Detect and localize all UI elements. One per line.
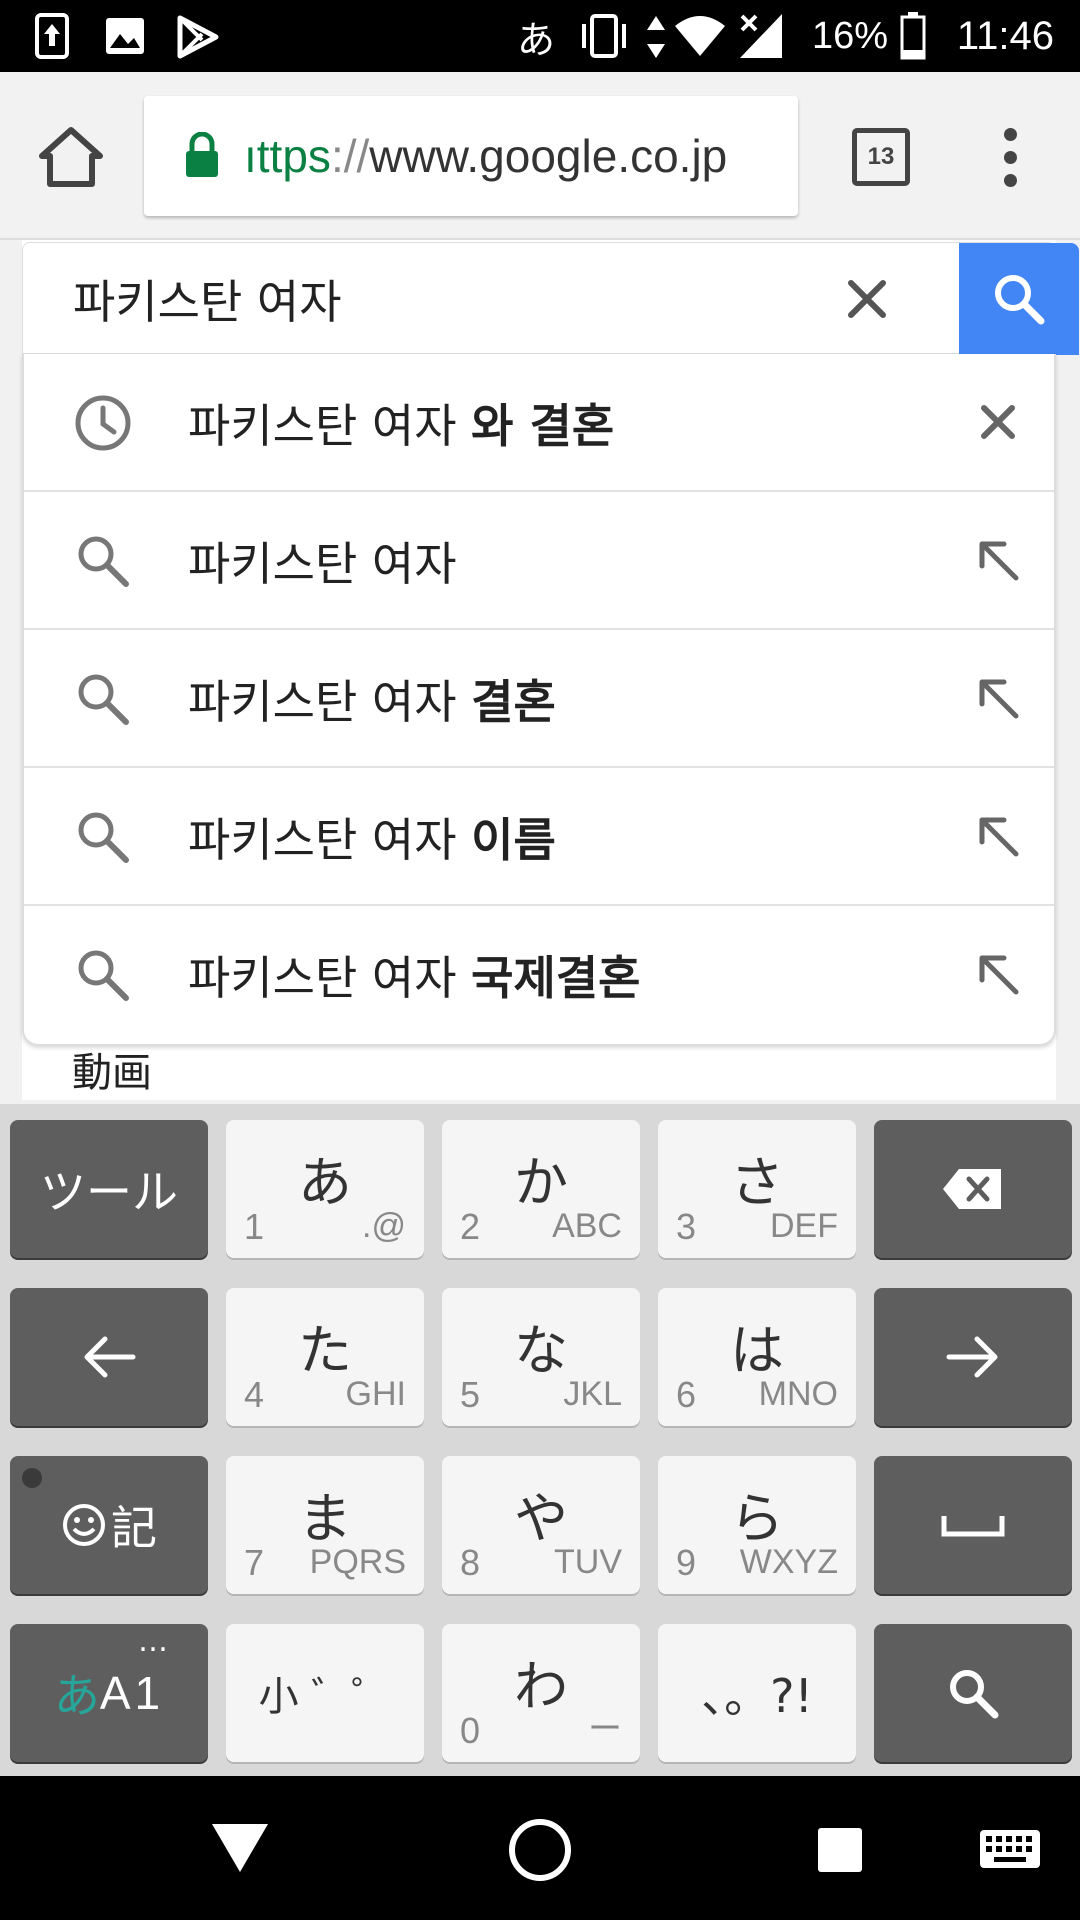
battery-icon	[900, 12, 926, 60]
search-icon	[78, 812, 129, 863]
punctuation-key[interactable]: 、。?!	[658, 1624, 856, 1762]
url-host: www.google.co.jp	[369, 130, 728, 182]
cursor-right-key[interactable]	[874, 1288, 1072, 1426]
mode-kana-label: あ	[53, 1669, 100, 1723]
key-a[interactable]: あ 1 .@	[226, 1120, 424, 1258]
history-icon	[75, 395, 131, 451]
arrow-right-icon	[946, 1336, 998, 1378]
fill-query-arrow-icon[interactable]	[970, 670, 1026, 726]
space-icon	[941, 1516, 1005, 1537]
clear-icon[interactable]	[841, 273, 893, 325]
suggestion-list: 파키스탄 여자 와 결혼 파키스탄 여자 파키스탄 여자 결혼 파키스탄 여자 …	[22, 354, 1056, 1046]
key-ta[interactable]: た 4 GHI	[226, 1288, 424, 1426]
search-icon	[78, 536, 129, 587]
wifi-icon	[675, 16, 725, 56]
key-na[interactable]: な 5 JKL	[442, 1288, 640, 1426]
search-box: 파키스탄 여자	[22, 242, 1079, 355]
sim-toolkit-icon	[35, 13, 69, 59]
lock-icon	[186, 132, 218, 177]
input-mode-key[interactable]: … あ A1	[10, 1624, 208, 1762]
search-button[interactable]	[959, 243, 1079, 355]
fill-query-arrow-icon[interactable]	[970, 532, 1026, 588]
suggestion-text: 파키스탄 여자 이름	[188, 813, 556, 867]
key-sa[interactable]: さ 3 DEF	[658, 1120, 856, 1258]
search-icon	[78, 950, 129, 1001]
fill-query-arrow-icon[interactable]	[970, 946, 1026, 1002]
suggestion-item[interactable]: 파키스탄 여자 결혼	[24, 630, 1054, 768]
recents-icon[interactable]	[816, 1826, 864, 1874]
signal-icon	[740, 14, 782, 58]
suggestion-text: 파키스탄 여자 국제결혼	[188, 951, 641, 1005]
search-icon	[995, 275, 1045, 325]
tab-count: 13	[867, 143, 895, 170]
url-text: ıttps://www.google.co.jp	[244, 96, 727, 216]
mode-alpha-label: A1	[99, 1667, 165, 1719]
key-ka[interactable]: か 2 ABC	[442, 1120, 640, 1258]
battery-percent: 16%	[811, 14, 888, 57]
tab-switcher-button[interactable]: 13	[852, 128, 910, 186]
backspace-key[interactable]	[874, 1120, 1072, 1258]
key-wa[interactable]: わ 0 ー	[442, 1624, 640, 1762]
ime-indicator: あ	[517, 17, 556, 62]
suggestion-item[interactable]: 파키스탄 여자 국제결혼	[24, 906, 1054, 1044]
remove-suggestion-icon[interactable]	[970, 394, 1026, 450]
cursor-left-key[interactable]	[10, 1288, 208, 1426]
search-input[interactable]: 파키스탄 여자	[73, 243, 342, 355]
backspace-icon	[943, 1169, 1001, 1209]
key-ma[interactable]: ま 7 PQRS	[226, 1456, 424, 1594]
arrow-left-icon	[84, 1336, 136, 1378]
enter-search-key[interactable]	[874, 1624, 1072, 1762]
key-ra[interactable]: ら 9 WXYZ	[658, 1456, 856, 1594]
overflow-menu-icon[interactable]	[996, 128, 1026, 188]
keyboard: ツール あ 1 .@ か 2 ABC さ 3 DEF た 4 GHI な 5 J…	[0, 1104, 1080, 1776]
fill-query-arrow-icon[interactable]	[970, 808, 1026, 864]
suggestion-item[interactable]: 파키스탄 여자 와 결혼	[24, 354, 1054, 492]
vibrate-icon	[582, 14, 626, 58]
url-bar[interactable]: ıttps://www.google.co.jp	[144, 96, 798, 216]
indicator-dot	[22, 1468, 42, 1488]
suggestion-text: 파키스탄 여자	[188, 537, 457, 591]
suggestion-text: 파키스탄 여자 와 결혼	[188, 399, 615, 453]
emoji-symbol-key[interactable]: 記	[10, 1456, 208, 1594]
mode-dots: …	[138, 1624, 168, 1659]
url-scheme: ıttps	[244, 130, 331, 182]
browser-toolbar: ıttps://www.google.co.jp 13	[0, 72, 1080, 240]
search-icon	[950, 1670, 999, 1719]
suggestion-item[interactable]: 파키스탄 여자 이름	[24, 768, 1054, 906]
navigation-bar	[0, 1776, 1080, 1920]
status-bar: あ 16% 11:46	[0, 0, 1080, 72]
videos-tab-label[interactable]: 動画	[72, 1040, 152, 1098]
back-icon[interactable]	[208, 1820, 272, 1876]
data-icon	[647, 16, 665, 58]
tool-key[interactable]: ツール	[10, 1120, 208, 1258]
space-key[interactable]	[874, 1456, 1072, 1594]
dakuten-key[interactable]: 小 ゛゜	[226, 1624, 424, 1762]
suggestion-text: 파키스탄 여자 결혼	[188, 675, 556, 729]
search-icon	[78, 674, 129, 725]
url-separator: ://	[330, 130, 370, 182]
clock: 11:46	[956, 13, 1054, 58]
smiley-icon	[63, 1504, 105, 1546]
home-icon[interactable]	[38, 124, 104, 190]
keyboard-switch-icon[interactable]	[978, 1828, 1042, 1870]
home-circle-icon[interactable]	[506, 1816, 574, 1884]
suggestion-item[interactable]: 파키스탄 여자	[24, 492, 1054, 630]
key-ya[interactable]: や 8 TUV	[442, 1456, 640, 1594]
key-ha[interactable]: は 6 MNO	[658, 1288, 856, 1426]
play-store-icon	[177, 15, 219, 59]
gallery-icon	[106, 18, 144, 54]
